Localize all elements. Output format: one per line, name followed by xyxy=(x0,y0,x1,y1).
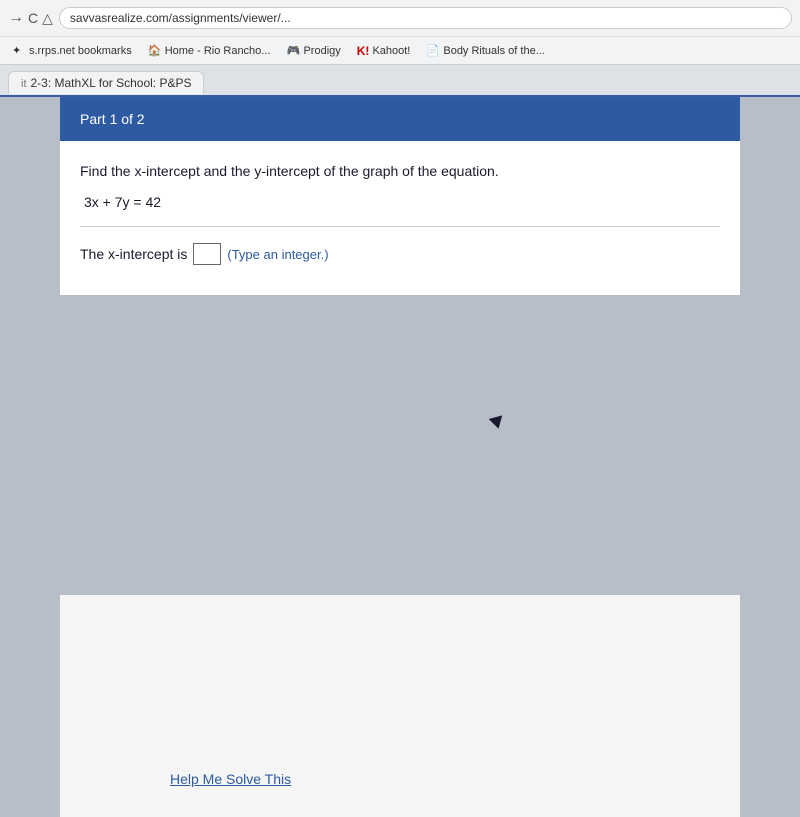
divider xyxy=(80,226,720,227)
house-icon: 🏠 xyxy=(148,44,162,58)
answer-row: The x-intercept is (Type an integer.) xyxy=(80,243,720,265)
doc-icon: 📄 xyxy=(426,44,440,58)
bookmark-kahoot[interactable]: K! Kahoot! xyxy=(353,42,415,60)
bookmarks-bar: ✦ s.rrps.net bookmarks 🏠 Home - Rio Ranc… xyxy=(0,36,800,64)
question-instruction: Find the x-intercept and the y-intercept… xyxy=(80,161,720,182)
bookmark-prodigy[interactable]: 🎮 Prodigy xyxy=(282,42,344,60)
active-tab[interactable]: it2-3: MathXL for School: P&PS xyxy=(8,71,204,94)
answer-hint: (Type an integer.) xyxy=(227,247,328,262)
url-bar[interactable]: savvasrealize.com/assignments/viewer/... xyxy=(59,7,792,29)
answer-input-box[interactable] xyxy=(193,243,221,265)
kahoot-k-icon: K! xyxy=(357,44,370,58)
reload-icon[interactable]: C xyxy=(28,10,38,26)
nav-buttons: → C △ xyxy=(8,9,53,27)
x-intercept-input[interactable] xyxy=(194,244,220,264)
tab-bar: it2-3: MathXL for School: P&PS xyxy=(0,65,800,97)
bookmark-body-rituals[interactable]: 📄 Body Rituals of the... xyxy=(422,42,549,60)
browser-chrome: → C △ savvasrealize.com/assignments/view… xyxy=(0,0,800,65)
game-icon: 🎮 xyxy=(286,44,300,58)
part-header: Part 1 of 2 xyxy=(60,97,740,141)
star-icon: ✦ xyxy=(12,44,26,58)
equation-display: 3x + 7y = 42 xyxy=(80,194,720,210)
home-icon[interactable]: △ xyxy=(42,10,53,27)
address-bar: → C △ savvasrealize.com/assignments/view… xyxy=(0,0,800,36)
back-icon[interactable]: → xyxy=(8,9,24,27)
bookmark-home-rio[interactable]: 🏠 Home - Rio Rancho... xyxy=(144,42,275,60)
content-area: Part 1 of 2 Find the x-intercept and the… xyxy=(0,97,800,817)
help-me-solve-link[interactable]: Help Me Solve This xyxy=(170,771,291,787)
bottom-section xyxy=(60,295,740,595)
bookmark-rrps[interactable]: ✦ s.rrps.net bookmarks xyxy=(8,42,136,60)
question-body: Find the x-intercept and the y-intercept… xyxy=(60,141,740,295)
part-label: Part 1 of 2 xyxy=(80,111,145,127)
content-panel: Part 1 of 2 Find the x-intercept and the… xyxy=(60,97,740,817)
answer-label: The x-intercept is xyxy=(80,246,187,262)
